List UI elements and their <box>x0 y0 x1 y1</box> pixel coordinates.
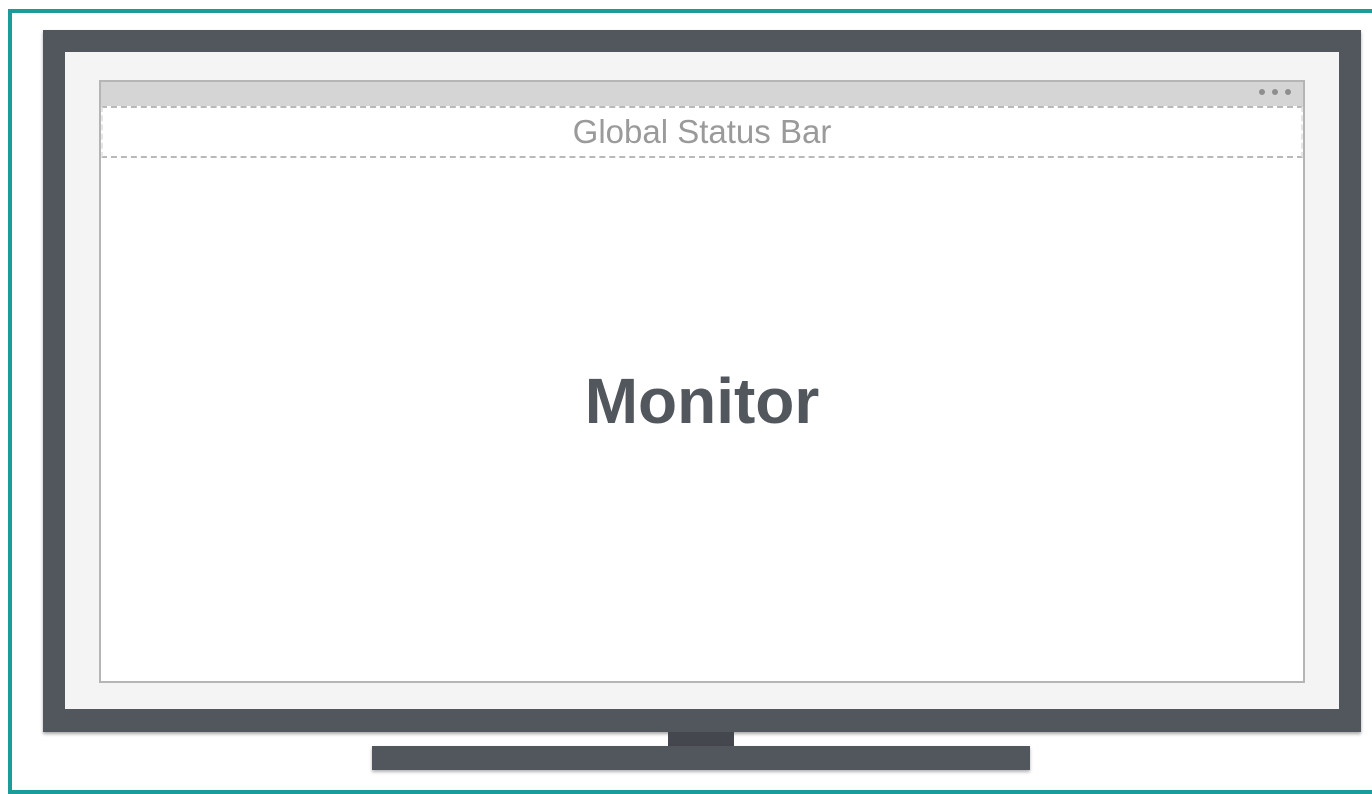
status-bar-label: Global Status Bar <box>572 113 832 150</box>
global-status-bar: Global Status Bar <box>101 106 1303 158</box>
more-dots-icon[interactable] <box>1259 89 1291 95</box>
monitor-bezel: Global Status Bar Monitor <box>43 30 1361 732</box>
monitor-label: Monitor <box>584 365 820 437</box>
monitor-screen: Global Status Bar Monitor <box>65 52 1339 709</box>
dot <box>1272 89 1278 95</box>
window-titlebar <box>101 82 1303 106</box>
app-window: Global Status Bar Monitor <box>99 80 1305 683</box>
dot <box>1259 89 1265 95</box>
monitor-stand-base <box>372 746 1030 770</box>
dot <box>1285 89 1291 95</box>
